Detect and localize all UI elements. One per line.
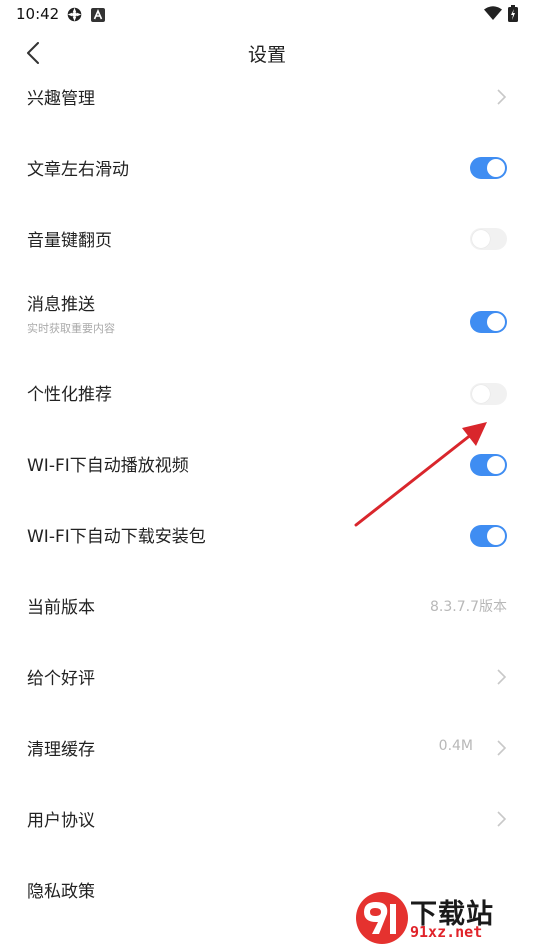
setting-label: 清理缓存 xyxy=(27,740,95,760)
chevron-right-icon xyxy=(497,811,507,827)
watermark-bottom-text: 91xz.net xyxy=(410,923,483,941)
setting-row-interest-management[interactable]: 兴趣管理 xyxy=(0,62,534,133)
battery-icon xyxy=(508,5,518,26)
setting-row-current-version: 当前版本 8.3.7.7版本 xyxy=(0,583,534,654)
setting-row-rate-app[interactable]: 给个好评 xyxy=(0,654,534,725)
chevron-right-icon xyxy=(497,89,507,105)
setting-sublabel: 实时获取重要内容 xyxy=(27,322,115,335)
setting-label: 用户协议 xyxy=(27,811,95,831)
volume-key-page-toggle[interactable] xyxy=(470,228,507,250)
annotation-arrow-icon xyxy=(354,422,487,527)
status-bar: 10:42 xyxy=(0,0,534,30)
chevron-right-icon xyxy=(497,740,507,756)
setting-label: WI-FI下自动下载安装包 xyxy=(27,527,206,547)
setting-row-push-notifications: 消息推送 实时获取重要内容 xyxy=(0,275,534,370)
settings-icon xyxy=(66,6,83,27)
setting-label: 音量键翻页 xyxy=(27,231,112,251)
chevron-right-icon xyxy=(497,669,507,685)
setting-label: 文章左右滑动 xyxy=(27,160,129,180)
push-notifications-toggle[interactable] xyxy=(470,311,507,333)
wifi-icon xyxy=(484,6,502,25)
setting-label: 给个好评 xyxy=(27,669,95,689)
watermark-logo: 下载站 91xz.net xyxy=(354,890,524,945)
chevron-left-icon xyxy=(27,42,39,64)
setting-label: 隐私政策 xyxy=(27,882,95,902)
cache-size-value: 0.4M xyxy=(438,738,473,754)
setting-row-clear-cache[interactable]: 清理缓存 0.4M xyxy=(0,725,534,796)
a-icon xyxy=(91,7,105,26)
setting-row-article-swipe: 文章左右滑动 xyxy=(0,133,534,204)
setting-label: 兴趣管理 xyxy=(27,89,95,109)
setting-label: 个性化推荐 xyxy=(27,385,112,405)
personalized-recommendation-toggle[interactable] xyxy=(470,383,507,405)
setting-label: 消息推送 xyxy=(27,295,95,315)
status-time: 10:42 xyxy=(16,5,60,23)
article-swipe-toggle[interactable] xyxy=(470,157,507,179)
setting-label: WI-FI下自动播放视频 xyxy=(27,456,189,476)
version-value: 8.3.7.7版本 xyxy=(430,599,507,615)
setting-row-volume-key-page: 音量键翻页 xyxy=(0,204,534,275)
setting-row-user-agreement[interactable]: 用户协议 xyxy=(0,796,534,867)
setting-label: 当前版本 xyxy=(27,598,95,618)
watermark-91-icon xyxy=(356,892,408,944)
